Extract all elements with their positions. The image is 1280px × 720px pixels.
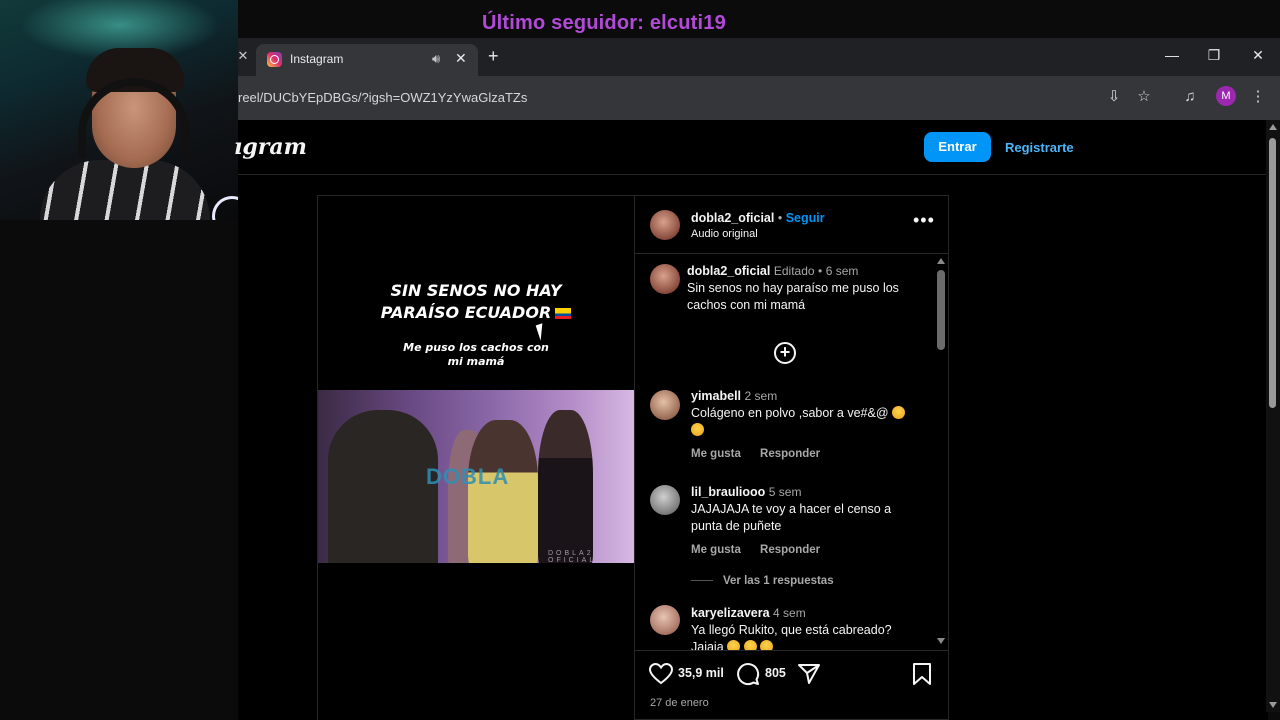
comment: lil_brauliooo 5 sem JAJAJAJA te voy a ha… — [691, 485, 892, 533]
reply-link[interactable]: Responder — [760, 448, 820, 460]
install-app-icon[interactable]: ⇩ — [1104, 87, 1124, 107]
post-date: 27 de enero — [650, 697, 709, 709]
comment-actions: Me gusta Responder — [691, 544, 836, 556]
laughing-emoji-icon — [727, 640, 741, 650]
laughing-emoji-icon — [760, 640, 774, 650]
post-card: SIN SENOS NO HAY PARAÍSO ECUADOR Me puso… — [317, 195, 949, 720]
tab-instagram[interactable]: Instagram 🔊︎ ✕ — [256, 44, 478, 76]
browser-chrome: ✕ Instagram 🔊︎ ✕ + — ❐ ✕ reel/DUCbYEpDBG… — [238, 38, 1280, 120]
comment-username[interactable]: karyelizavera — [691, 606, 770, 620]
instagram-favicon-icon — [267, 52, 282, 67]
webcam-overlay — [0, 0, 238, 220]
post-header: dobla2_oficial • Seguir Audio original •… — [635, 196, 949, 254]
likes-count[interactable]: 35,9 mil — [678, 666, 724, 680]
laughing-emoji-icon — [743, 640, 757, 650]
save-bookmark-icon[interactable] — [912, 663, 932, 685]
add-comment-icon[interactable]: + — [774, 342, 796, 364]
comment-icon[interactable] — [736, 662, 760, 686]
comment-username[interactable]: lil_brauliooo — [691, 485, 765, 499]
heart-icon[interactable] — [649, 663, 673, 685]
window-close-icon[interactable]: ✕ — [1248, 47, 1268, 64]
profile-avatar[interactable]: M — [1216, 86, 1236, 106]
like-comment-link[interactable]: Me gusta — [691, 448, 741, 460]
screen: Último seguidor: elcuti19 ✕ Instagram 🔊︎… — [0, 0, 1280, 720]
instagram-logo[interactable]: ıgram — [234, 134, 307, 160]
comment: yimabell 2 sem Colágeno en polvo ,sabor … — [691, 388, 923, 439]
laughing-emoji-icon — [892, 406, 906, 419]
audio-label[interactable]: Audio original — [691, 228, 758, 240]
caption-avatar[interactable] — [650, 264, 680, 294]
comments-scrollbar[interactable] — [935, 254, 947, 650]
video-watermark-small: DOBLA2 OFICIAL — [548, 550, 597, 563]
caption-text: Sin senos no hay paraíso me puso los cac… — [687, 281, 899, 312]
author-line: dobla2_oficial • Seguir — [691, 211, 825, 225]
comment-avatar[interactable] — [650, 605, 680, 635]
ecuador-flag-icon — [555, 308, 572, 319]
follow-button[interactable]: Seguir — [786, 211, 825, 225]
media-control-icon[interactable]: ♫ — [1180, 87, 1200, 107]
comment-avatar[interactable] — [650, 390, 680, 420]
post-actions: 35,9 mil 805 27 de enero — [635, 650, 949, 719]
reply-link[interactable]: Responder — [760, 544, 820, 556]
speaker-icon[interactable]: 🔊︎ — [432, 51, 440, 67]
share-icon[interactable] — [798, 663, 820, 685]
login-button[interactable]: Entrar — [924, 132, 991, 162]
signup-link[interactable]: Registrarte — [1005, 140, 1074, 155]
video-title: SIN SENOS NO HAY PARAÍSO ECUADOR — [318, 280, 634, 324]
reel-video[interactable]: SIN SENOS NO HAY PARAÍSO ECUADOR Me puso… — [318, 196, 634, 720]
video-watermark: DOBLA — [426, 464, 510, 489]
menu-dots-icon[interactable]: ⋮ — [1248, 87, 1268, 107]
tab-strip: ✕ Instagram 🔊︎ ✕ + — ❐ ✕ — [238, 38, 1280, 76]
caption-username[interactable]: dobla2_oficial — [687, 264, 770, 278]
instagram-header: ıgram Entrar Registrarte — [234, 120, 1268, 175]
comment-avatar[interactable] — [650, 485, 680, 515]
author-username[interactable]: dobla2_oficial — [691, 211, 774, 225]
minimize-icon[interactable]: — — [1162, 47, 1182, 63]
tab-title: Instagram — [290, 52, 344, 66]
instagram-page: ıgram Entrar Registrarte SIN SENOS NO HA… — [234, 120, 1268, 720]
comment-username[interactable]: yimabell — [691, 389, 741, 403]
bookmark-star-icon[interactable]: ☆ — [1134, 87, 1154, 107]
previous-tab-close-icon[interactable]: ✕ — [236, 48, 250, 64]
more-options-icon[interactable]: ••• — [913, 210, 935, 231]
post-sidebar: dobla2_oficial • Seguir Audio original •… — [634, 196, 949, 719]
laughing-emoji-icon — [691, 423, 704, 436]
restore-icon[interactable]: ❐ — [1204, 47, 1224, 64]
close-tab-icon[interactable]: ✕ — [455, 50, 467, 67]
toolbar: reel/DUCbYEpDBGs/?igsh=OWZ1YzYwaGlzaTZs … — [238, 76, 1280, 120]
comments-count[interactable]: 805 — [765, 666, 786, 680]
url-text: reel/DUCbYEpDBGs/?igsh=OWZ1YzYwaGlzaTZs — [238, 90, 528, 105]
mouse-cursor-icon — [535, 323, 548, 341]
view-replies-link[interactable]: Ver las 1 respuestas — [691, 575, 834, 587]
last-follower-banner: Último seguidor: elcuti19 — [482, 12, 726, 34]
comment-actions: Me gusta Responder — [691, 448, 836, 460]
author-avatar[interactable] — [650, 210, 680, 240]
video-subtitle: Me puso los cachos con mi mamá — [403, 341, 549, 368]
address-bar[interactable]: reel/DUCbYEpDBGs/?igsh=OWZ1YzYwaGlzaTZs — [238, 82, 1138, 114]
page-scrollbar[interactable] — [1266, 120, 1280, 712]
like-comment-link[interactable]: Me gusta — [691, 544, 741, 556]
comment: karyelizavera 4 sem Ya llegó Rukito, que… — [691, 605, 923, 650]
new-tab-icon[interactable]: + — [488, 47, 499, 65]
caption: dobla2_oficial Editado • 6 sem Sin senos… — [687, 264, 899, 312]
video-frame: DOBLA DOBLA2 OFICIAL — [318, 390, 634, 563]
comments-list: dobla2_oficial Editado • 6 sem Sin senos… — [635, 254, 949, 650]
